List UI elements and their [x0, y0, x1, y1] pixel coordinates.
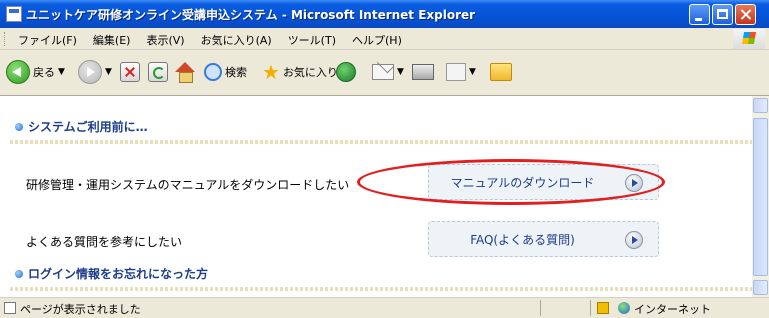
mail-button[interactable]: ▼	[372, 58, 404, 86]
edit-icon	[446, 63, 466, 81]
manual-download-label: 研修管理・運用システムのマニュアルをダウンロードしたい	[26, 178, 350, 192]
folder-icon[interactable]	[490, 63, 512, 81]
section-header: ログイン情報をお忘れになった方	[0, 261, 752, 287]
back-button[interactable]: 戻る ▼	[6, 58, 65, 86]
close-button[interactable]	[735, 4, 756, 25]
favorites-button[interactable]: ★ お気に入り	[262, 58, 338, 86]
forward-button[interactable]: ▼	[78, 58, 112, 86]
refresh-icon[interactable]	[148, 62, 168, 82]
chevron-down-icon[interactable]: ▼	[58, 67, 65, 77]
globe-icon	[618, 302, 630, 314]
home-icon[interactable]	[174, 61, 196, 83]
status-text: ページが表示されました	[20, 303, 141, 316]
status-bar: ページが表示されました インターネット	[0, 297, 769, 318]
chevron-down-icon[interactable]: ▼	[105, 67, 112, 77]
chevron-down-icon[interactable]: ▼	[469, 67, 476, 77]
menu-help[interactable]: ヘルプ(H)	[352, 32, 402, 48]
window-title: ユニットケア研修オンライン受講申込システム - Microsoft Intern…	[26, 8, 476, 22]
section-title-before-use: システムご利用前に…	[28, 120, 148, 134]
minimize-button[interactable]	[689, 4, 710, 25]
menu-edit[interactable]: 編集(E)	[93, 32, 131, 48]
windows-logo-icon	[733, 29, 765, 49]
divider	[10, 287, 752, 291]
section-header: システムご利用前に…	[0, 114, 752, 140]
search-icon	[204, 63, 222, 81]
mail-icon	[372, 64, 394, 80]
toolbar: 戻る ▼ ▼ 検索 ★ お気に入り ▼ ▼	[0, 50, 769, 96]
vertical-scrollbar[interactable]	[752, 96, 769, 297]
faq-label: よくある質問を参考にしたい	[26, 235, 183, 249]
divider	[10, 140, 752, 144]
menu-tools[interactable]: ツール(T)	[288, 32, 336, 48]
page-content: システムご利用前に… 研修管理・運用システムのマニュアルをダウンロードしたい マ…	[0, 96, 752, 297]
maximize-button[interactable]	[712, 4, 733, 25]
page-icon	[4, 302, 16, 314]
lock-icon	[597, 302, 609, 314]
chevron-down-icon[interactable]: ▼	[397, 67, 404, 77]
faq-button-label: FAQ(よくある質問)	[470, 233, 575, 247]
bullet-icon	[15, 270, 23, 278]
printer-icon[interactable]	[412, 64, 434, 80]
red-highlight-ellipse	[357, 159, 665, 205]
status-separator	[540, 300, 541, 316]
scroll-thumb[interactable]	[753, 118, 768, 276]
stop-icon[interactable]	[120, 62, 140, 82]
forward-arrow-icon	[78, 60, 102, 84]
scroll-up-button[interactable]	[753, 98, 768, 113]
search-label: 検索	[225, 66, 247, 79]
security-zone: インターネット	[634, 303, 711, 316]
favorites-label: お気に入り	[282, 66, 338, 79]
menu-grip	[4, 32, 8, 46]
back-arrow-icon	[6, 60, 30, 84]
menu-view[interactable]: 表示(V)	[146, 32, 184, 48]
bullet-icon	[15, 123, 23, 131]
menu-file[interactable]: ファイル(F)	[18, 32, 77, 48]
media-icon[interactable]	[336, 62, 356, 82]
faq-button[interactable]: FAQ(よくある質問)	[428, 221, 659, 257]
arrow-right-icon	[625, 231, 643, 249]
ie-page-icon	[6, 6, 22, 22]
back-label: 戻る	[33, 66, 55, 79]
menu-bar: ファイル(F) 編集(E) 表示(V) お気に入り(A) ツール(T) ヘルプ(…	[0, 28, 769, 50]
edit-button[interactable]: ▼	[446, 58, 476, 86]
scroll-down-button[interactable]	[753, 280, 768, 295]
section-title-forgot-login: ログイン情報をお忘れになった方	[28, 267, 209, 281]
menu-favorites[interactable]: お気に入り(A)	[201, 32, 272, 48]
search-button[interactable]: 検索	[204, 58, 247, 86]
status-separator	[590, 300, 591, 316]
star-icon: ★	[262, 60, 280, 84]
title-bar: ユニットケア研修オンライン受講申込システム - Microsoft Intern…	[0, 0, 769, 28]
